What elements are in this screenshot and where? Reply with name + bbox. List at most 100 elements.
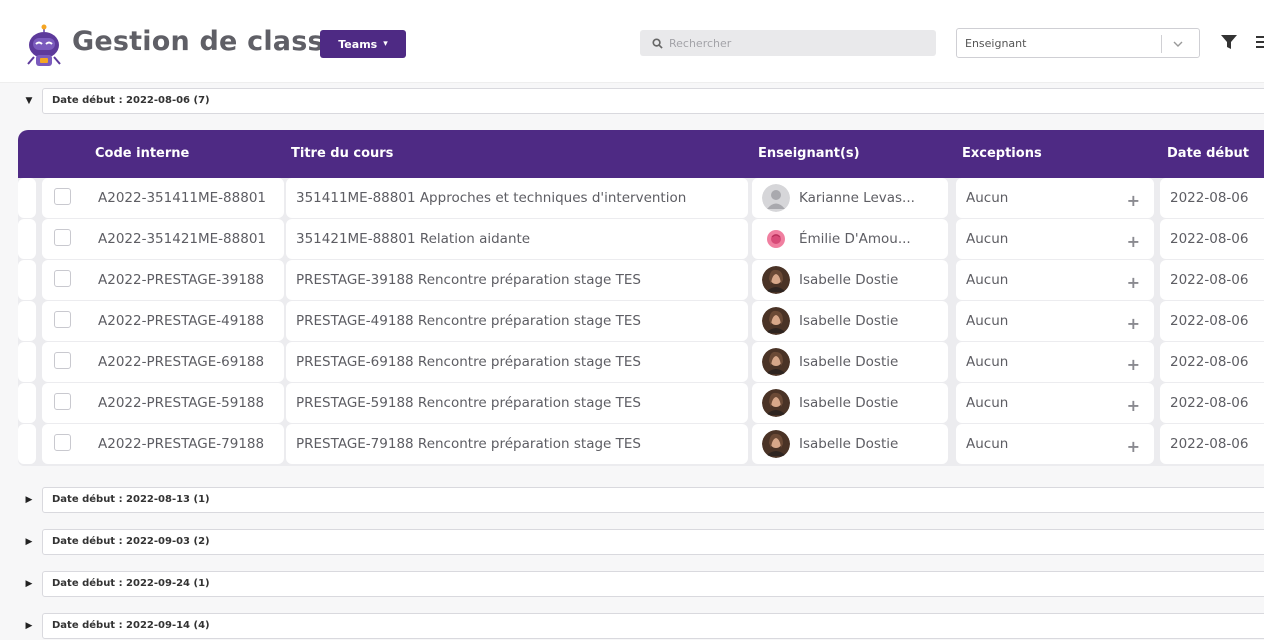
table-row[interactable]: A2022-351421ME-88801 351421ME-88801 Rela… <box>18 219 1264 260</box>
code-cell: A2022-351421ME-88801 <box>88 219 284 259</box>
exceptions-value: Aucun <box>966 272 1009 288</box>
teacher-cell[interactable]: Isabelle Dostie <box>752 260 948 300</box>
teacher-name: Émilie D'Amou... <box>799 231 911 247</box>
row-handle <box>18 219 36 259</box>
caret-down-icon[interactable]: ▼ <box>18 88 40 114</box>
caret-down-icon: ▾ <box>383 39 388 49</box>
caret-right-icon[interactable]: ▶ <box>18 487 40 513</box>
course-code: A2022-PRESTAGE-69188 <box>98 354 265 370</box>
code-cell: A2022-351411ME-88801 <box>88 178 284 218</box>
table-body: A2022-351411ME-88801 351411ME-88801 Appr… <box>18 178 1264 466</box>
teacher-select-placeholder: Enseignant <box>965 37 1027 50</box>
date-cell: 2022-08-06 <box>1160 424 1264 464</box>
start-date: 2022-08-06 <box>1170 231 1249 247</box>
title-cell: PRESTAGE-69188 Rencontre préparation sta… <box>286 342 748 382</box>
teacher-photo-avatar <box>762 389 790 417</box>
exceptions-cell: Aucun + <box>956 342 1154 382</box>
title-cell: PRESTAGE-59188 Rencontre préparation sta… <box>286 383 748 423</box>
add-exception-icon[interactable]: + <box>1127 273 1140 292</box>
search-placeholder: Rechercher <box>669 36 732 50</box>
row-checkbox[interactable] <box>54 270 71 287</box>
teacher-cell[interactable]: Isabelle Dostie <box>752 342 948 382</box>
default-avatar-icon <box>762 184 790 212</box>
table-header: Code interne Titre du cours Enseignant(s… <box>18 130 1264 178</box>
table-row[interactable]: A2022-351411ME-88801 351411ME-88801 Appr… <box>18 178 1264 219</box>
select-separator <box>1161 35 1162 53</box>
group-label: Date début : 2022-08-13 (1) <box>42 487 1264 513</box>
start-date: 2022-08-06 <box>1170 272 1249 288</box>
table-row[interactable]: A2022-PRESTAGE-49188 PRESTAGE-49188 Renc… <box>18 301 1264 342</box>
row-checkbox[interactable] <box>54 229 71 246</box>
row-checkbox[interactable] <box>54 311 71 328</box>
row-checkbox[interactable] <box>54 393 71 410</box>
exceptions-value: Aucun <box>966 190 1009 206</box>
date-cell: 2022-08-06 <box>1160 178 1264 218</box>
teacher-name: Isabelle Dostie <box>799 313 899 329</box>
add-exception-icon[interactable]: + <box>1127 437 1140 456</box>
teams-label: Teams <box>338 37 378 51</box>
group-label: Date début : 2022-09-03 (2) <box>42 529 1264 555</box>
date-cell: 2022-08-06 <box>1160 219 1264 259</box>
row-checkbox[interactable] <box>54 352 71 369</box>
teacher-cell[interactable]: Karianne Levas... <box>752 178 948 218</box>
code-cell: A2022-PRESTAGE-59188 <box>88 383 284 423</box>
exceptions-value: Aucun <box>966 354 1009 370</box>
filter-icon[interactable] <box>1220 33 1238 51</box>
exceptions-cell: Aucun + <box>956 424 1154 464</box>
exceptions-value: Aucun <box>966 436 1009 452</box>
row-handle <box>18 301 36 341</box>
table-row[interactable]: A2022-PRESTAGE-39188 PRESTAGE-39188 Renc… <box>18 260 1264 301</box>
add-exception-icon[interactable]: + <box>1127 314 1140 333</box>
row-handle <box>18 260 36 300</box>
row-checkbox[interactable] <box>54 434 71 451</box>
code-cell: A2022-PRESTAGE-69188 <box>88 342 284 382</box>
column-header-start-date[interactable]: Date début <box>1167 146 1249 161</box>
teacher-cell[interactable]: Émilie D'Amou... <box>752 219 948 259</box>
teacher-name: Karianne Levas... <box>799 190 915 206</box>
teams-dropdown-button[interactable]: Teams ▾ <box>320 30 406 58</box>
courses-table: Code interne Titre du cours Enseignant(s… <box>18 130 1264 466</box>
top-bar: Gestion de classes Teams ▾ Rechercher En… <box>0 0 1264 83</box>
title-cell: PRESTAGE-39188 Rencontre préparation sta… <box>286 260 748 300</box>
class-management-app: Gestion de classes Teams ▾ Rechercher En… <box>0 0 1264 640</box>
title-cell: PRESTAGE-79188 Rencontre préparation sta… <box>286 424 748 464</box>
caret-right-icon[interactable]: ▶ <box>18 613 40 639</box>
row-checkbox[interactable] <box>54 188 71 205</box>
teacher-cell[interactable]: Isabelle Dostie <box>752 424 948 464</box>
row-handle <box>18 424 36 464</box>
exceptions-value: Aucun <box>966 231 1009 247</box>
chevron-down-icon[interactable] <box>1171 37 1185 51</box>
table-row[interactable]: A2022-PRESTAGE-69188 PRESTAGE-69188 Renc… <box>18 342 1264 383</box>
start-date: 2022-08-06 <box>1170 313 1249 329</box>
add-exception-icon[interactable]: + <box>1127 396 1140 415</box>
row-handle <box>18 342 36 382</box>
start-date: 2022-08-06 <box>1170 436 1249 452</box>
add-exception-icon[interactable]: + <box>1127 355 1140 374</box>
add-exception-icon[interactable]: + <box>1127 191 1140 210</box>
teacher-cell[interactable]: Isabelle Dostie <box>752 301 948 341</box>
table-row[interactable]: A2022-PRESTAGE-79188 PRESTAGE-79188 Renc… <box>18 424 1264 465</box>
column-header-teacher[interactable]: Enseignant(s) <box>758 146 860 161</box>
search-icon <box>652 37 663 49</box>
course-title: PRESTAGE-49188 Rencontre préparation sta… <box>296 313 641 329</box>
menu-icon[interactable] <box>1256 35 1264 49</box>
course-title: 351421ME-88801 Relation aidante <box>296 231 531 247</box>
title-cell: 351411ME-88801 Approches et techniques d… <box>286 178 748 218</box>
exceptions-cell: Aucun + <box>956 383 1154 423</box>
caret-right-icon[interactable]: ▶ <box>18 529 40 555</box>
teacher-select[interactable]: Enseignant <box>956 28 1200 58</box>
course-title: PRESTAGE-59188 Rencontre préparation sta… <box>296 395 641 411</box>
robot-mascot-icon <box>27 24 61 66</box>
caret-right-icon[interactable]: ▶ <box>18 571 40 597</box>
search-input[interactable]: Rechercher <box>640 30 936 56</box>
column-header-exceptions[interactable]: Exceptions <box>962 146 1042 161</box>
add-exception-icon[interactable]: + <box>1127 232 1140 251</box>
course-title: PRESTAGE-79188 Rencontre préparation sta… <box>296 436 641 452</box>
title-cell: 351421ME-88801 Relation aidante <box>286 219 748 259</box>
table-row[interactable]: A2022-PRESTAGE-59188 PRESTAGE-59188 Renc… <box>18 383 1264 424</box>
code-cell: A2022-PRESTAGE-79188 <box>88 424 284 464</box>
column-header-title[interactable]: Titre du cours <box>291 146 393 161</box>
teacher-cell[interactable]: Isabelle Dostie <box>752 383 948 423</box>
group-label: Date début : 2022-09-24 (1) <box>42 571 1264 597</box>
column-header-code[interactable]: Code interne <box>95 146 189 161</box>
